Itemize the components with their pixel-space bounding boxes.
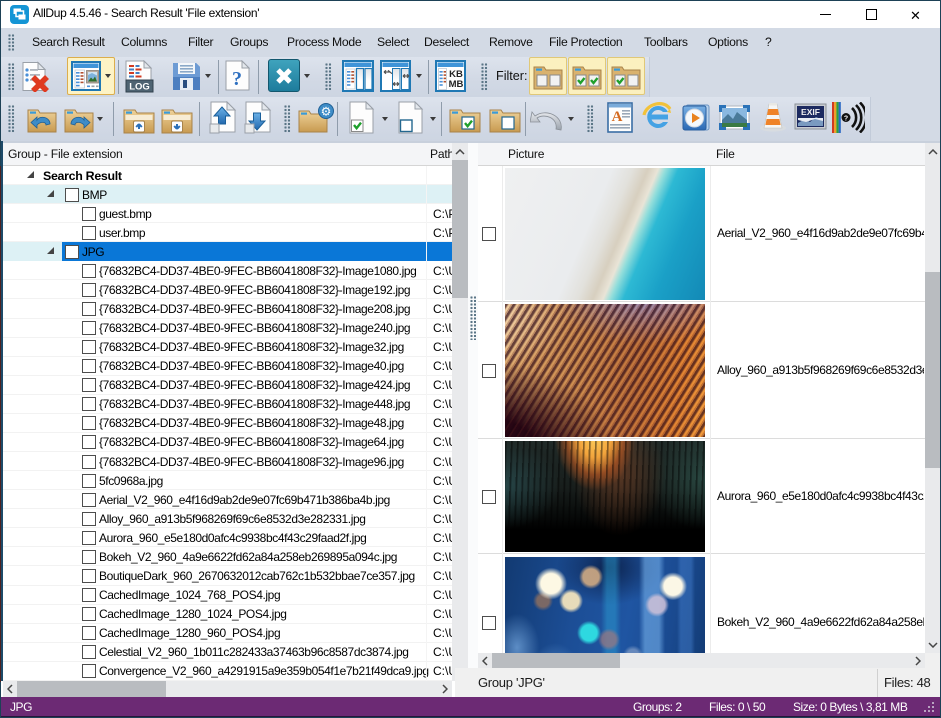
svg-text:EXIF: EXIF [801,107,820,117]
svg-text:MB: MB [449,79,464,90]
svg-text:A: A [612,109,623,125]
svg-text:?: ? [232,68,242,90]
svg-text:LOG: LOG [129,82,150,93]
svg-text:⚙: ⚙ [321,105,332,119]
svg-text:?: ? [844,116,848,123]
